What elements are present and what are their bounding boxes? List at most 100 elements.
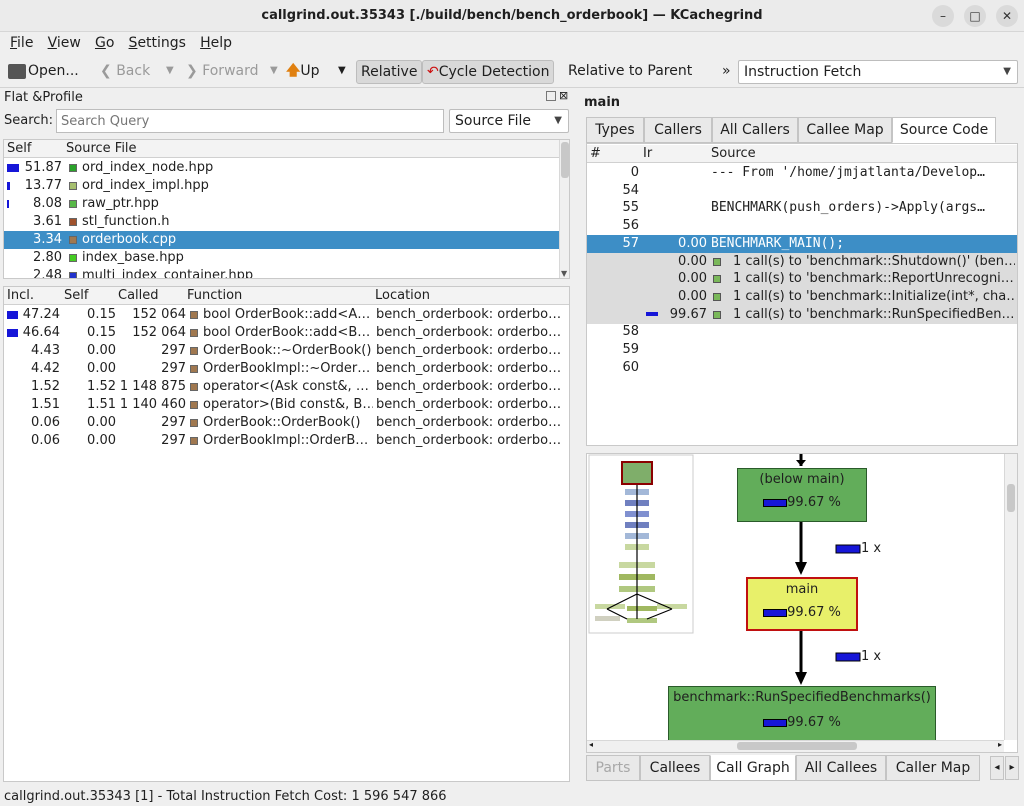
function-row[interactable]: 4.42 0.00 297 OrderBookImpl::~Order… bench_o… [4, 360, 569, 378]
back-dropdown-arrow[interactable]: ▼ [162, 60, 178, 84]
column-header-location[interactable]: Location [375, 288, 430, 303]
function-location: bench_orderbook: orderbo… [376, 343, 562, 358]
line-number: 56 [622, 218, 639, 234]
tab-callee-map[interactable]: Callee Map [798, 117, 892, 143]
source-line-row[interactable]: 57 0.00 BENCHMARK_MAIN(); [587, 234, 1017, 253]
relative-toggle[interactable]: Relative [356, 60, 423, 84]
call-annotation: 1 call(s) to 'benchmark::Initialize(int*… [733, 288, 1015, 304]
source-line-row[interactable]: 0.00 1 call(s) to 'benchmark::Initialize(… [587, 287, 1017, 306]
source-file-row[interactable]: 13.77 ord_index_impl.hpp [4, 177, 559, 195]
group-by-select[interactable]: Source File ▼ [449, 109, 569, 133]
column-header-line[interactable]: # [590, 146, 601, 161]
tab-all-callees[interactable]: All Callees [796, 755, 886, 781]
minimize-button[interactable]: – [932, 5, 954, 27]
source-line-row[interactable]: 56 [587, 217, 1017, 235]
column-header-incl[interactable]: Incl. [7, 288, 34, 303]
line-number: 54 [622, 182, 639, 198]
source-line-row[interactable]: 54 [587, 182, 1017, 200]
tab-scroll-left-button[interactable]: ◂ [990, 756, 1004, 780]
line-number: 57 [622, 235, 639, 251]
tab-types[interactable]: Types [586, 117, 644, 143]
source-line-row[interactable]: 0 --- From '/home/jmjatlanta/Develop… [587, 164, 1017, 182]
source-line-row[interactable]: 58 [587, 323, 1017, 341]
tab-callers[interactable]: Callers [644, 117, 712, 143]
relative-to-parent-toggle[interactable]: Relative to Parent [564, 60, 696, 84]
ir-cost: 0.00 [678, 235, 707, 251]
up-dropdown-arrow[interactable]: ▼ [334, 60, 350, 84]
line-number: 58 [622, 324, 639, 340]
graph-node-main[interactable]: main 99.67 % [746, 577, 858, 631]
cycle-detection-toggle[interactable]: ↶Cycle Detection [422, 60, 555, 84]
source-line-row[interactable]: 60 [587, 359, 1017, 377]
back-arrow-icon: ❮ [100, 63, 117, 79]
event-type-select[interactable]: Instruction Fetch ▼ [738, 60, 1018, 84]
function-row[interactable]: 1.52 1.52 1 148 875 operator<(Ask const&, …… [4, 378, 569, 396]
call-color-icon [713, 310, 721, 319]
call-count: 297 [161, 343, 186, 358]
menu-settings[interactable]: Settings [124, 32, 191, 51]
column-header-self[interactable]: Self [7, 141, 31, 156]
close-panel-icon[interactable]: ⊠ [559, 89, 568, 102]
source-file-row[interactable]: 2.80 index_base.hpp [4, 249, 559, 267]
column-header-self[interactable]: Self [64, 288, 88, 303]
tab-call-graph[interactable]: Call Graph [710, 755, 796, 781]
open-button[interactable]: Open... [4, 60, 83, 84]
tab-all-callers[interactable]: All Callers [712, 117, 798, 143]
function-color-icon [190, 437, 198, 445]
close-button[interactable]: ✕ [996, 5, 1018, 27]
function-color-icon [190, 311, 198, 319]
source-file-row[interactable]: 8.08 raw_ptr.hpp [4, 195, 559, 213]
function-row[interactable]: 47.24 0.15 152 064 bool OrderBook::add<A… be… [4, 306, 569, 324]
source-file-row[interactable]: 2.48 multi_index_container.hpp [4, 267, 559, 278]
ir-cost: 0.00 [678, 271, 707, 287]
float-panel-icon[interactable] [546, 91, 556, 101]
source-line-row[interactable]: 55 BENCHMARK(push_orders)->Apply(args… [587, 199, 1017, 217]
source-file-row[interactable]: 51.87 ord_index_node.hpp [4, 159, 559, 177]
function-row[interactable]: 0.06 0.00 297 OrderBook::OrderBook() bench_o… [4, 414, 569, 432]
line-number: 0 [630, 165, 639, 180]
call-count: 297 [161, 415, 186, 430]
up-button[interactable]: 🡅Up [282, 60, 324, 84]
graph-horizontal-scrollbar[interactable]: ◂ ▸ [587, 740, 1004, 752]
function-row[interactable]: 1.51 1.51 1 140 460 operator>(Bid const&, B… [4, 396, 569, 414]
menu-help[interactable]: Help [195, 32, 237, 51]
incl-cost: 47.24 [22, 307, 60, 322]
menu-file[interactable]: File [5, 32, 38, 51]
tab-scroll-right-button[interactable]: ▸ [1005, 756, 1019, 780]
column-header-source[interactable]: Source [711, 146, 756, 161]
graph-node-below-main[interactable]: (below main) 99.67 % [737, 468, 867, 522]
forward-button[interactable]: ❯ Forward [182, 60, 263, 84]
search-input[interactable] [56, 109, 444, 133]
source-line-row[interactable]: 99.67 1 call(s) to 'benchmark::RunSpecifi… [587, 305, 1017, 324]
function-row[interactable]: 4.43 0.00 297 OrderBook::~OrderBook() bench_… [4, 342, 569, 360]
incl-cost: 0.06 [31, 415, 60, 430]
column-header-called[interactable]: Called [118, 288, 159, 303]
menu-go[interactable]: Go [90, 32, 119, 51]
source-line-row[interactable]: 0.00 1 call(s) to 'benchmark::Shutdown()'… [587, 252, 1017, 271]
tab-callees[interactable]: Callees [640, 755, 710, 781]
function-row[interactable]: 0.06 0.00 297 OrderBookImpl::OrderB… bench_o… [4, 432, 569, 450]
column-header-source-file[interactable]: Source File [66, 141, 137, 156]
self-cost: 0.00 [87, 415, 116, 430]
tab-parts[interactable]: Parts [586, 755, 640, 781]
forward-dropdown-arrow[interactable]: ▼ [266, 60, 282, 84]
source-line-row[interactable]: 59 [587, 341, 1017, 359]
tab-caller-map[interactable]: Caller Map [886, 755, 980, 781]
self-cost: 51.87 [24, 160, 62, 175]
menu-view[interactable]: View [43, 32, 86, 51]
back-button[interactable]: ❮ Back [96, 60, 154, 84]
source-file-row[interactable]: 3.61 stl_function.h [4, 213, 559, 231]
source-file-row[interactable]: 3.34 orderbook.cpp [4, 231, 559, 249]
toolbar-overflow-button[interactable]: » [718, 60, 735, 84]
source-text: --- From '/home/jmjatlanta/Develop… [711, 165, 985, 180]
column-header-function[interactable]: Function [187, 288, 242, 303]
source-line-row[interactable]: 0.00 1 call(s) to 'benchmark::ReportUnrec… [587, 270, 1017, 289]
source-file-scrollbar[interactable]: ▼ [559, 140, 569, 278]
maximize-button[interactable]: □ [964, 5, 986, 27]
graph-vertical-scrollbar[interactable] [1004, 454, 1017, 740]
function-row[interactable]: 46.64 0.15 152 064 bool OrderBook::add<B… be… [4, 324, 569, 342]
column-header-ir[interactable]: Ir [643, 146, 652, 161]
function-name: OrderBook::~OrderBook() [203, 343, 372, 358]
tab-source-code[interactable]: Source Code [892, 117, 996, 143]
graph-node-run-specified-benchmarks[interactable]: benchmark::RunSpecifiedBenchmarks() 99.6… [668, 686, 936, 742]
